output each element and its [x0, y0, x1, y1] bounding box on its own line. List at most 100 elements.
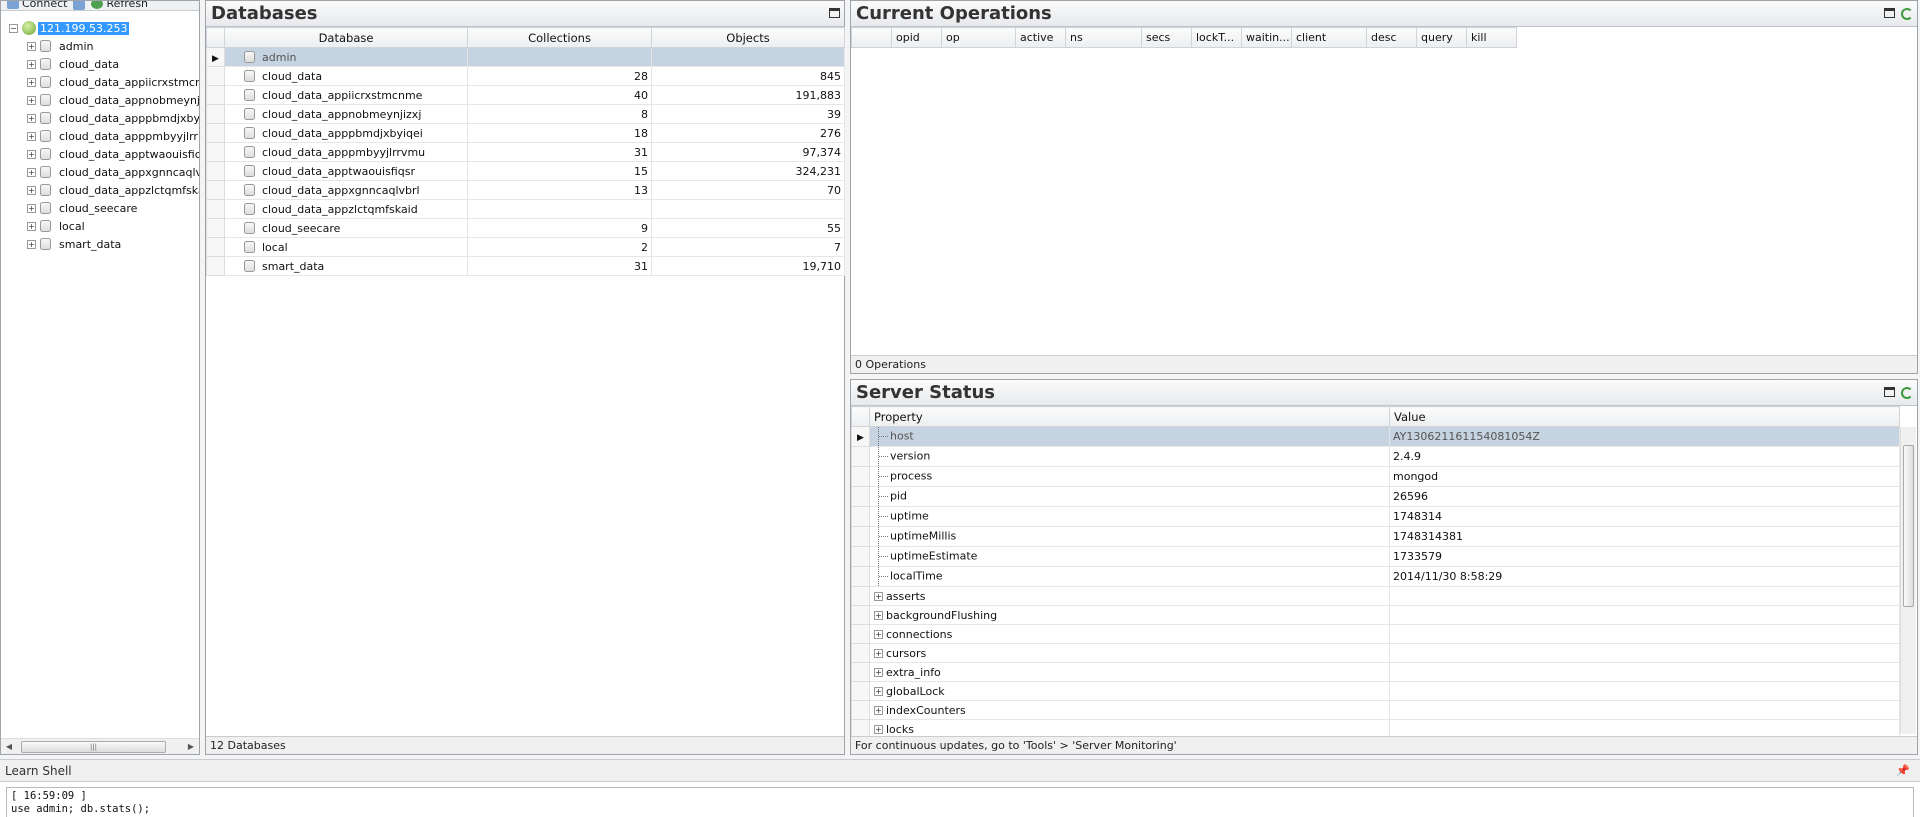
- row-header[interactable]: [851, 681, 870, 701]
- table-row[interactable]: ▶ admin: [206, 47, 845, 67]
- row-header[interactable]: [851, 624, 870, 644]
- expand-icon[interactable]: +: [27, 239, 36, 249]
- cell-objects[interactable]: 19,710: [651, 256, 845, 276]
- column-header-ops[interactable]: ns: [1065, 27, 1142, 48]
- expand-icon[interactable]: +: [27, 113, 36, 123]
- column-header-database[interactable]: Database: [224, 27, 468, 48]
- row-header[interactable]: [206, 199, 225, 219]
- tree-horizontal-scrollbar[interactable]: ◀ ||| ▶: [1, 738, 199, 754]
- cell-objects[interactable]: [651, 47, 845, 67]
- column-header-ops[interactable]: desc: [1366, 27, 1417, 48]
- table-row[interactable]: cloud_data_appnobmeynjizxj 8 39: [206, 104, 845, 124]
- cell-property[interactable]: + indexCounters: [869, 700, 1390, 720]
- refresh-icon[interactable]: [1901, 8, 1913, 20]
- expand-icon[interactable]: +: [27, 203, 36, 213]
- cell-value[interactable]: [1389, 700, 1900, 720]
- cell-collections[interactable]: 18: [467, 123, 652, 143]
- cell-database[interactable]: cloud_data_appnobmeynjizxj: [224, 104, 468, 124]
- table-row[interactable]: cloud_data_apppmbyyjlrrvmu 31 97,374: [206, 142, 845, 162]
- expand-icon[interactable]: +: [27, 95, 36, 105]
- row-header[interactable]: [206, 66, 225, 86]
- tree-db-node[interactable]: + cloud_data_apptwaouisfic: [1, 145, 199, 163]
- table-row[interactable]: uptimeMillis 1748314381: [851, 526, 1900, 547]
- tree-db-node[interactable]: + cloud_seecare: [1, 199, 199, 217]
- column-header-ops[interactable]: op: [941, 27, 1016, 48]
- tree-db-node[interactable]: + admin: [1, 37, 199, 55]
- row-header[interactable]: [851, 526, 870, 547]
- cell-value[interactable]: 2014/11/30 8:58:29: [1389, 566, 1900, 587]
- cell-value[interactable]: 26596: [1389, 486, 1900, 507]
- cell-collections[interactable]: 28: [467, 66, 652, 86]
- cell-property[interactable]: uptimeMillis: [869, 526, 1390, 547]
- table-row[interactable]: + connections: [851, 624, 1900, 644]
- cell-value[interactable]: mongod: [1389, 466, 1900, 487]
- cell-value[interactable]: [1389, 586, 1900, 606]
- row-header[interactable]: [206, 237, 225, 257]
- cell-property[interactable]: + extra_info: [869, 662, 1390, 682]
- row-header[interactable]: [851, 605, 870, 625]
- tree-db-node[interactable]: + cloud_data_appnobmeynj: [1, 91, 199, 109]
- column-header-ops[interactable]: opid: [891, 27, 942, 48]
- expand-icon[interactable]: +: [874, 611, 883, 620]
- cell-property[interactable]: localTime: [869, 566, 1390, 587]
- cell-collections[interactable]: 13: [467, 180, 652, 200]
- cell-database[interactable]: smart_data: [224, 256, 468, 276]
- table-row[interactable]: cloud_data_apptwaouisfiqsr 15 324,231: [206, 161, 845, 181]
- cell-collections[interactable]: 31: [467, 256, 652, 276]
- row-header[interactable]: [851, 486, 870, 507]
- row-header[interactable]: [206, 180, 225, 200]
- column-header-ops[interactable]: kill: [1466, 27, 1517, 48]
- cell-value[interactable]: [1389, 605, 1900, 625]
- column-header-ops[interactable]: waitin...: [1241, 27, 1292, 48]
- row-header[interactable]: [851, 446, 870, 467]
- cell-database[interactable]: cloud_data_apppbmdjxbyiqei: [224, 123, 468, 143]
- row-header[interactable]: [851, 566, 870, 587]
- cell-value[interactable]: 1748314: [1389, 506, 1900, 527]
- cell-objects[interactable]: [651, 199, 845, 219]
- expand-icon[interactable]: +: [27, 59, 36, 69]
- cell-objects[interactable]: 324,231: [651, 161, 845, 181]
- cell-database[interactable]: cloud_data_appxgnncaqlvbrl: [224, 180, 468, 200]
- expand-icon[interactable]: +: [874, 630, 883, 639]
- pin-icon[interactable]: 📌: [1896, 760, 1910, 782]
- table-row[interactable]: cloud_data_apppbmdjxbyiqei 18 276: [206, 123, 845, 143]
- maximize-icon[interactable]: [1884, 8, 1895, 18]
- row-header[interactable]: [206, 123, 225, 143]
- row-header[interactable]: [851, 700, 870, 720]
- expand-icon[interactable]: +: [874, 649, 883, 658]
- table-row[interactable]: + globalLock: [851, 681, 1900, 701]
- table-row[interactable]: uptimeEstimate 1733579: [851, 546, 1900, 567]
- cell-database[interactable]: cloud_data_appzlctqmfskaid: [224, 199, 468, 219]
- maximize-icon[interactable]: [829, 8, 840, 18]
- cell-property[interactable]: + connections: [869, 624, 1390, 644]
- row-header[interactable]: ▶: [851, 426, 870, 447]
- tree-db-node[interactable]: + local: [1, 217, 199, 235]
- connect-button[interactable]: Connect: [7, 1, 67, 10]
- cell-objects[interactable]: 97,374: [651, 142, 845, 162]
- cell-value[interactable]: [1389, 662, 1900, 682]
- cell-objects[interactable]: 191,883: [651, 85, 845, 105]
- cell-value[interactable]: 1748314381: [1389, 526, 1900, 547]
- table-row[interactable]: + cursors: [851, 643, 1900, 663]
- cell-property[interactable]: + cursors: [869, 643, 1390, 663]
- shell-output[interactable]: [ 16:59:09 ] use admin; db.stats();: [6, 787, 1914, 817]
- cell-collections[interactable]: [467, 199, 652, 219]
- row-header[interactable]: [851, 506, 870, 527]
- tree-db-node[interactable]: + cloud_data_appiicrxstmcn: [1, 73, 199, 91]
- cell-objects[interactable]: 39: [651, 104, 845, 124]
- row-header[interactable]: [206, 85, 225, 105]
- tree-db-node[interactable]: + smart_data: [1, 235, 199, 253]
- row-header[interactable]: [206, 161, 225, 181]
- row-header[interactable]: [851, 586, 870, 606]
- cell-objects[interactable]: 7: [651, 237, 845, 257]
- cell-database[interactable]: local: [224, 237, 468, 257]
- row-header[interactable]: [206, 256, 225, 276]
- cell-collections[interactable]: 2: [467, 237, 652, 257]
- scroll-thumb[interactable]: |||: [21, 740, 166, 753]
- row-header[interactable]: [851, 662, 870, 682]
- row-header[interactable]: [851, 466, 870, 487]
- collapse-icon[interactable]: −: [9, 23, 18, 33]
- tree-db-node[interactable]: + cloud_data_apppmbyyjlrr: [1, 127, 199, 145]
- column-header-collections[interactable]: Collections: [467, 27, 652, 48]
- table-row[interactable]: pid 26596: [851, 486, 1900, 507]
